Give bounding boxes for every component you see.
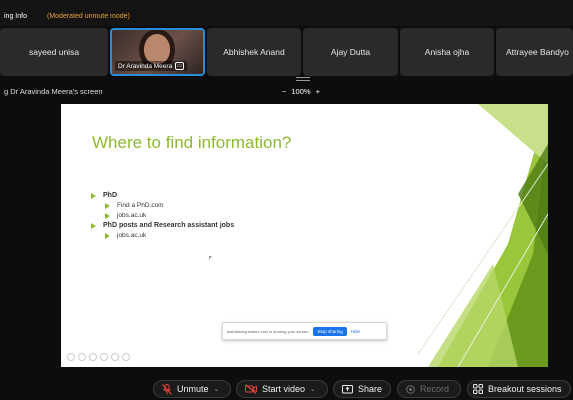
zoom-controls: − 100% +: [282, 87, 320, 96]
video-off-icon: [245, 384, 257, 394]
participant-name: Anisha ojha: [424, 47, 470, 57]
unmute-button[interactable]: Unmute ⌄: [153, 380, 231, 398]
participant-strip: sayeed unisa Dr Aravinda Meera ▭ Abhishe…: [0, 28, 573, 76]
participant-tile[interactable]: Ajay Dutta: [303, 28, 398, 76]
bullet-item: PhD: [91, 192, 234, 199]
chevron-down-icon[interactable]: ⌄: [214, 385, 220, 393]
resize-handle[interactable]: [296, 77, 310, 81]
participant-face: [144, 34, 170, 64]
bullet-item: PhD posts and Research assistant jobs: [91, 222, 234, 229]
participant-name: Ajay Dutta: [330, 47, 371, 57]
breakout-sessions-button[interactable]: Breakout sessions: [467, 380, 571, 398]
meeting-controls: Unmute ⌄ Start video ⌄ Share Record Brea…: [0, 378, 573, 400]
record-icon: [406, 384, 415, 394]
bullet-item: jobs.ac.uk: [105, 212, 234, 219]
microphone-muted-icon: [162, 383, 172, 395]
participant-tile-active-speaker[interactable]: Dr Aravinda Meera ▭: [110, 28, 205, 76]
meeting-header: ing Info (Moderated unmute mode): [0, 0, 573, 26]
share-button[interactable]: Share: [333, 380, 391, 398]
bullet-arrow-icon: [91, 223, 96, 229]
chevron-down-icon[interactable]: ⌄: [310, 385, 316, 393]
record-button[interactable]: Record: [397, 380, 461, 398]
sharing-label: g Dr Aravinda Meera's screen: [4, 87, 103, 96]
bullet-item: Find a PhD.com: [105, 202, 234, 209]
participant-tile[interactable]: Attrayee Bandyo: [496, 28, 573, 76]
pen-icon[interactable]: [89, 353, 97, 361]
slide-toolbar: [67, 353, 130, 361]
participant-tile[interactable]: Anisha ojha: [400, 28, 494, 76]
slide-title: Where to find information?: [92, 133, 292, 152]
breakout-icon: [473, 384, 483, 394]
start-video-label: Start video: [262, 384, 306, 394]
stop-sharing-button[interactable]: Stop sharing: [313, 326, 347, 336]
participant-name: Attrayee Bandyo: [506, 47, 569, 57]
shared-screen-slide: Where to find information? PhD Find a Ph…: [61, 104, 548, 367]
slides-icon[interactable]: [100, 353, 108, 361]
zoom-in-button[interactable]: +: [316, 87, 320, 96]
prev-slide-icon[interactable]: [67, 353, 75, 361]
share-info-bar: g Dr Aravinda Meera's screen − 100% +: [0, 84, 573, 98]
bullet-arrow-icon: [105, 203, 110, 209]
share-screen-icon: [342, 384, 353, 393]
hide-notice-button[interactable]: Hide: [351, 329, 360, 334]
bullet-arrow-icon: [91, 193, 96, 199]
unmute-label: Unmute: [177, 384, 209, 394]
slide-decoration: [417, 104, 548, 367]
zoom-icon[interactable]: [111, 353, 119, 361]
participant-tile[interactable]: Abhishek Anand: [207, 28, 301, 76]
more-icon[interactable]: [122, 353, 130, 361]
caption-icon: ▭: [175, 62, 184, 70]
mouse-pointer-icon: [209, 256, 212, 260]
bullet-item: jobs.ac.uk: [105, 232, 234, 239]
start-video-button[interactable]: Start video ⌄: [236, 380, 328, 398]
bullet-arrow-icon: [105, 213, 110, 219]
next-slide-icon[interactable]: [78, 353, 86, 361]
participant-tile[interactable]: sayeed unisa: [0, 28, 108, 76]
slide-bullet-list: PhD Find a PhD.com jobs.ac.uk PhD posts …: [91, 192, 234, 242]
zoom-level: 100%: [291, 87, 311, 96]
sharing-notice: ipatnilavsig.webex.com is sharing your s…: [222, 322, 387, 340]
moderated-mode-label: (Moderated unmute mode): [47, 13, 130, 20]
sharing-notice-text: ipatnilavsig.webex.com is sharing your s…: [227, 328, 310, 334]
participant-name: sayeed unisa: [28, 47, 80, 57]
bullet-arrow-icon: [105, 233, 110, 239]
zoom-out-button[interactable]: −: [282, 87, 286, 96]
participant-name: Dr Aravinda Meera: [118, 62, 173, 70]
breakout-sessions-label: Breakout sessions: [488, 384, 562, 394]
record-label: Record: [420, 384, 450, 394]
meeting-info-label[interactable]: ing Info: [4, 13, 27, 20]
participant-name: Abhishek Anand: [223, 47, 285, 57]
share-label: Share: [357, 384, 382, 394]
participant-name-tag: Dr Aravinda Meera ▭: [115, 61, 187, 71]
